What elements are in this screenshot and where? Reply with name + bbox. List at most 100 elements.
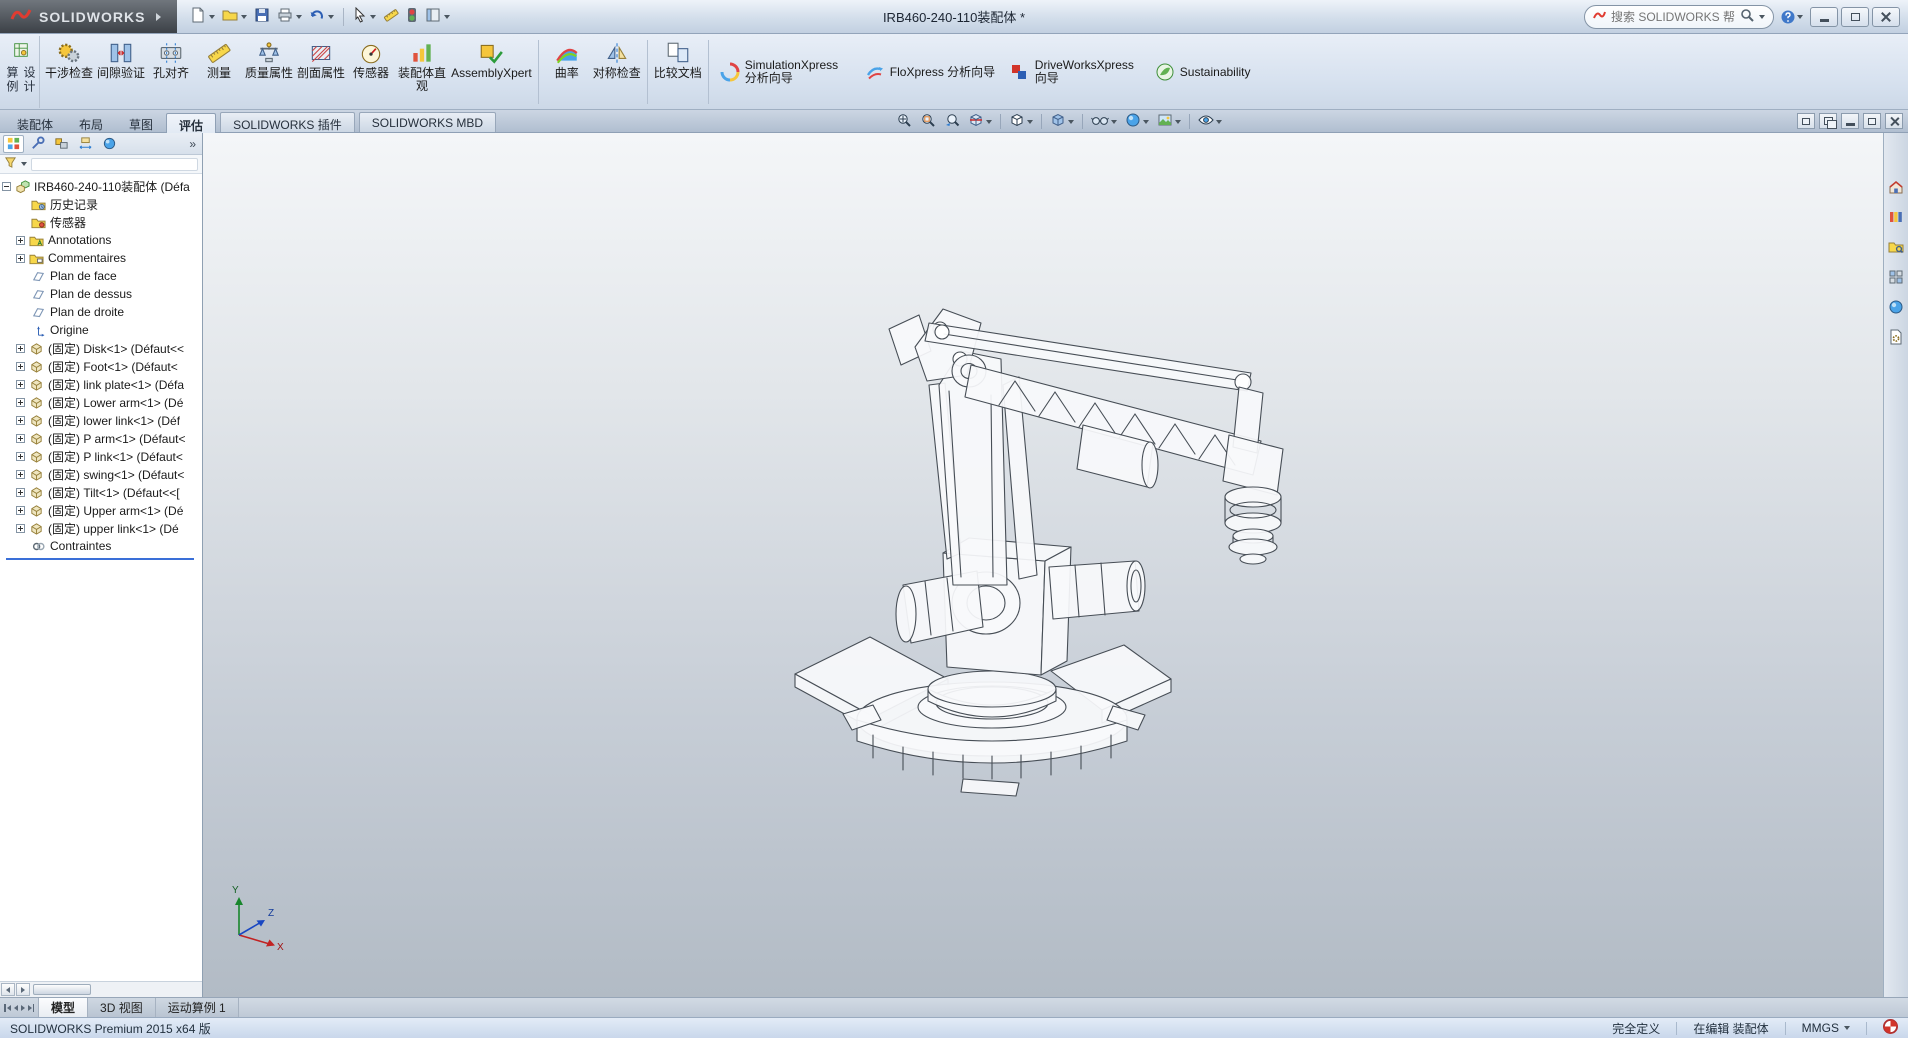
tab-feature-tree[interactable] bbox=[3, 135, 24, 153]
maximize-button[interactable] bbox=[1841, 7, 1869, 27]
appearances-scenes-tab[interactable] bbox=[1886, 297, 1906, 317]
section-view-button[interactable] bbox=[966, 111, 994, 132]
search-icon[interactable] bbox=[1740, 8, 1754, 25]
tab-assembly[interactable]: 装配体 bbox=[4, 112, 66, 132]
tree-item-upper-arm[interactable]: (固定) Upper arm<1> (Dé bbox=[2, 501, 202, 519]
rebuild-button[interactable] bbox=[403, 4, 421, 30]
tree-item-sensors[interactable]: 传感器 bbox=[2, 213, 202, 231]
tree-item-mates[interactable]: Contraintes bbox=[2, 537, 202, 555]
tab-sketch[interactable]: 草图 bbox=[116, 112, 166, 132]
expand-icon[interactable] bbox=[16, 344, 25, 353]
tab-evaluate[interactable]: 评估 bbox=[166, 113, 216, 133]
open-button[interactable] bbox=[219, 4, 250, 30]
dropdown-icon[interactable] bbox=[1143, 120, 1149, 124]
expand-icon[interactable] bbox=[16, 524, 25, 533]
units-selector[interactable]: MMGS bbox=[1802, 1021, 1850, 1035]
quick-tips-icon[interactable] bbox=[1883, 1019, 1898, 1037]
ribbon-button-symmetry-check[interactable]: 对称检查 bbox=[591, 36, 643, 108]
expand-icon[interactable] bbox=[16, 236, 25, 245]
expand-icon[interactable] bbox=[16, 506, 25, 515]
minimize-button[interactable] bbox=[1810, 7, 1838, 27]
first-tab-button[interactable] bbox=[4, 1004, 11, 1012]
tree-item-upper-link[interactable]: (固定) upper link<1> (Dé bbox=[2, 519, 202, 537]
expand-icon[interactable] bbox=[16, 380, 25, 389]
tab-motion-study-1[interactable]: 运动算例 1 bbox=[156, 998, 239, 1017]
expand-icon[interactable] bbox=[16, 434, 25, 443]
ribbon-button-interference-check[interactable]: 干涉检查 bbox=[43, 36, 95, 108]
ribbon-button-assembly-visualization[interactable]: 装配体直观 bbox=[395, 36, 449, 108]
chevron-right-icon[interactable]: » bbox=[189, 137, 199, 151]
previous-tab-button[interactable] bbox=[14, 1005, 18, 1011]
tree-item-plan-de-dessus[interactable]: Plan de dessus bbox=[2, 285, 202, 303]
minimize-document-button[interactable] bbox=[1841, 113, 1859, 129]
next-tab-button[interactable] bbox=[21, 1005, 25, 1011]
tab-model[interactable]: 模型 bbox=[39, 998, 88, 1017]
tree-item-p-arm[interactable]: (固定) P arm<1> (Défaut< bbox=[2, 429, 202, 447]
design-library-tab[interactable] bbox=[1886, 207, 1906, 227]
rollback-bar[interactable] bbox=[6, 558, 194, 560]
toolbar-options-button[interactable] bbox=[422, 4, 453, 30]
tree-item-annotations[interactable]: Annotations bbox=[2, 231, 202, 249]
dropdown-icon[interactable] bbox=[1027, 120, 1033, 124]
hide-show-items-button[interactable] bbox=[1089, 111, 1119, 132]
tab-dimxpert-manager[interactable] bbox=[75, 135, 96, 153]
pane-layout-button[interactable] bbox=[1797, 113, 1815, 129]
tree-horizontal-scrollbar[interactable] bbox=[0, 981, 202, 997]
view-orientation-button[interactable] bbox=[1007, 111, 1035, 132]
search-options-icon[interactable] bbox=[1759, 15, 1765, 19]
scroll-right-button[interactable] bbox=[16, 983, 30, 996]
tree-item-lower-arm[interactable]: (固定) Lower arm<1> (Dé bbox=[2, 393, 202, 411]
ribbon-button-compare-documents[interactable]: 比较文档 bbox=[652, 36, 704, 108]
tab-layout[interactable]: 布局 bbox=[66, 112, 116, 132]
undo-button[interactable] bbox=[306, 4, 337, 30]
dropdown-icon[interactable] bbox=[1216, 120, 1222, 124]
custom-properties-tab[interactable] bbox=[1886, 327, 1906, 347]
ribbon-button-sustainability[interactable]: Sustainability bbox=[1148, 36, 1258, 108]
search-input[interactable] bbox=[1611, 10, 1735, 24]
expand-icon[interactable] bbox=[16, 488, 25, 497]
ribbon-button-mass-properties[interactable]: 质量属性 bbox=[243, 36, 295, 108]
dropdown-icon[interactable] bbox=[1175, 120, 1181, 124]
filter-dropdown-icon[interactable] bbox=[21, 162, 27, 166]
ribbon-button-driveworksxpress[interactable]: DriveWorksXpress 向导 bbox=[1003, 36, 1148, 108]
tree-item-history[interactable]: 历史记录 bbox=[2, 195, 202, 213]
help-button[interactable] bbox=[1781, 10, 1803, 24]
ribbon-button-clearance-verify[interactable]: 间隙验证 bbox=[95, 36, 147, 108]
tree-item-foot[interactable]: (固定) Foot<1> (Défaut< bbox=[2, 357, 202, 375]
ribbon-button-assemblyxpert[interactable]: AssemblyXpert bbox=[449, 36, 534, 108]
zoom-to-fit-button[interactable] bbox=[894, 111, 914, 132]
close-button[interactable] bbox=[1872, 7, 1900, 27]
tree-item-origin[interactable]: Origine bbox=[2, 321, 202, 339]
select-button[interactable] bbox=[350, 4, 379, 30]
ribbon-button-hole-alignment[interactable]: 孔对齐 bbox=[147, 36, 195, 108]
tree-item-plan-de-face[interactable]: Plan de face bbox=[2, 267, 202, 285]
ribbon-button-sensor[interactable]: 传感器 bbox=[347, 36, 395, 108]
restore-document-button[interactable] bbox=[1863, 113, 1881, 129]
tab-3d-views[interactable]: 3D 视图 bbox=[88, 998, 156, 1017]
scroll-left-button[interactable] bbox=[1, 983, 15, 996]
design-study-button[interactable]: 设计算例 bbox=[3, 36, 40, 108]
view-palette-tab[interactable] bbox=[1886, 267, 1906, 287]
apply-scene-button[interactable] bbox=[1155, 111, 1183, 132]
expand-icon[interactable] bbox=[16, 362, 25, 371]
tree-item-plan-de-droite[interactable]: Plan de droite bbox=[2, 303, 202, 321]
display-style-button[interactable] bbox=[1048, 111, 1076, 132]
new-document-button[interactable] bbox=[187, 4, 218, 30]
collapse-icon[interactable] bbox=[2, 182, 11, 191]
expand-icon[interactable] bbox=[16, 398, 25, 407]
filter-icon[interactable] bbox=[4, 156, 17, 172]
ribbon-button-simulationxpress[interactable]: SimulationXpress 分析向导 bbox=[713, 36, 858, 108]
tab-property-manager[interactable] bbox=[27, 135, 48, 153]
ribbon-button-section-properties[interactable]: 剖面属性 bbox=[295, 36, 347, 108]
tree-item-tilt[interactable]: (固定) Tilt<1> (Défaut<<[ bbox=[2, 483, 202, 501]
ribbon-button-measure[interactable]: 测量 bbox=[195, 36, 243, 108]
tree-item-comments[interactable]: Commentaires bbox=[2, 249, 202, 267]
help-dropdown-icon[interactable] bbox=[1797, 15, 1803, 19]
dropdown-icon[interactable] bbox=[986, 120, 992, 124]
tree-item-p-link[interactable]: (固定) P link<1> (Défaut< bbox=[2, 447, 202, 465]
tab-display-manager[interactable] bbox=[99, 135, 120, 153]
previous-view-button[interactable] bbox=[942, 111, 962, 132]
print-button[interactable] bbox=[274, 4, 305, 30]
ribbon-button-curvature[interactable]: 曲率 bbox=[543, 36, 591, 108]
save-button[interactable] bbox=[251, 4, 273, 30]
